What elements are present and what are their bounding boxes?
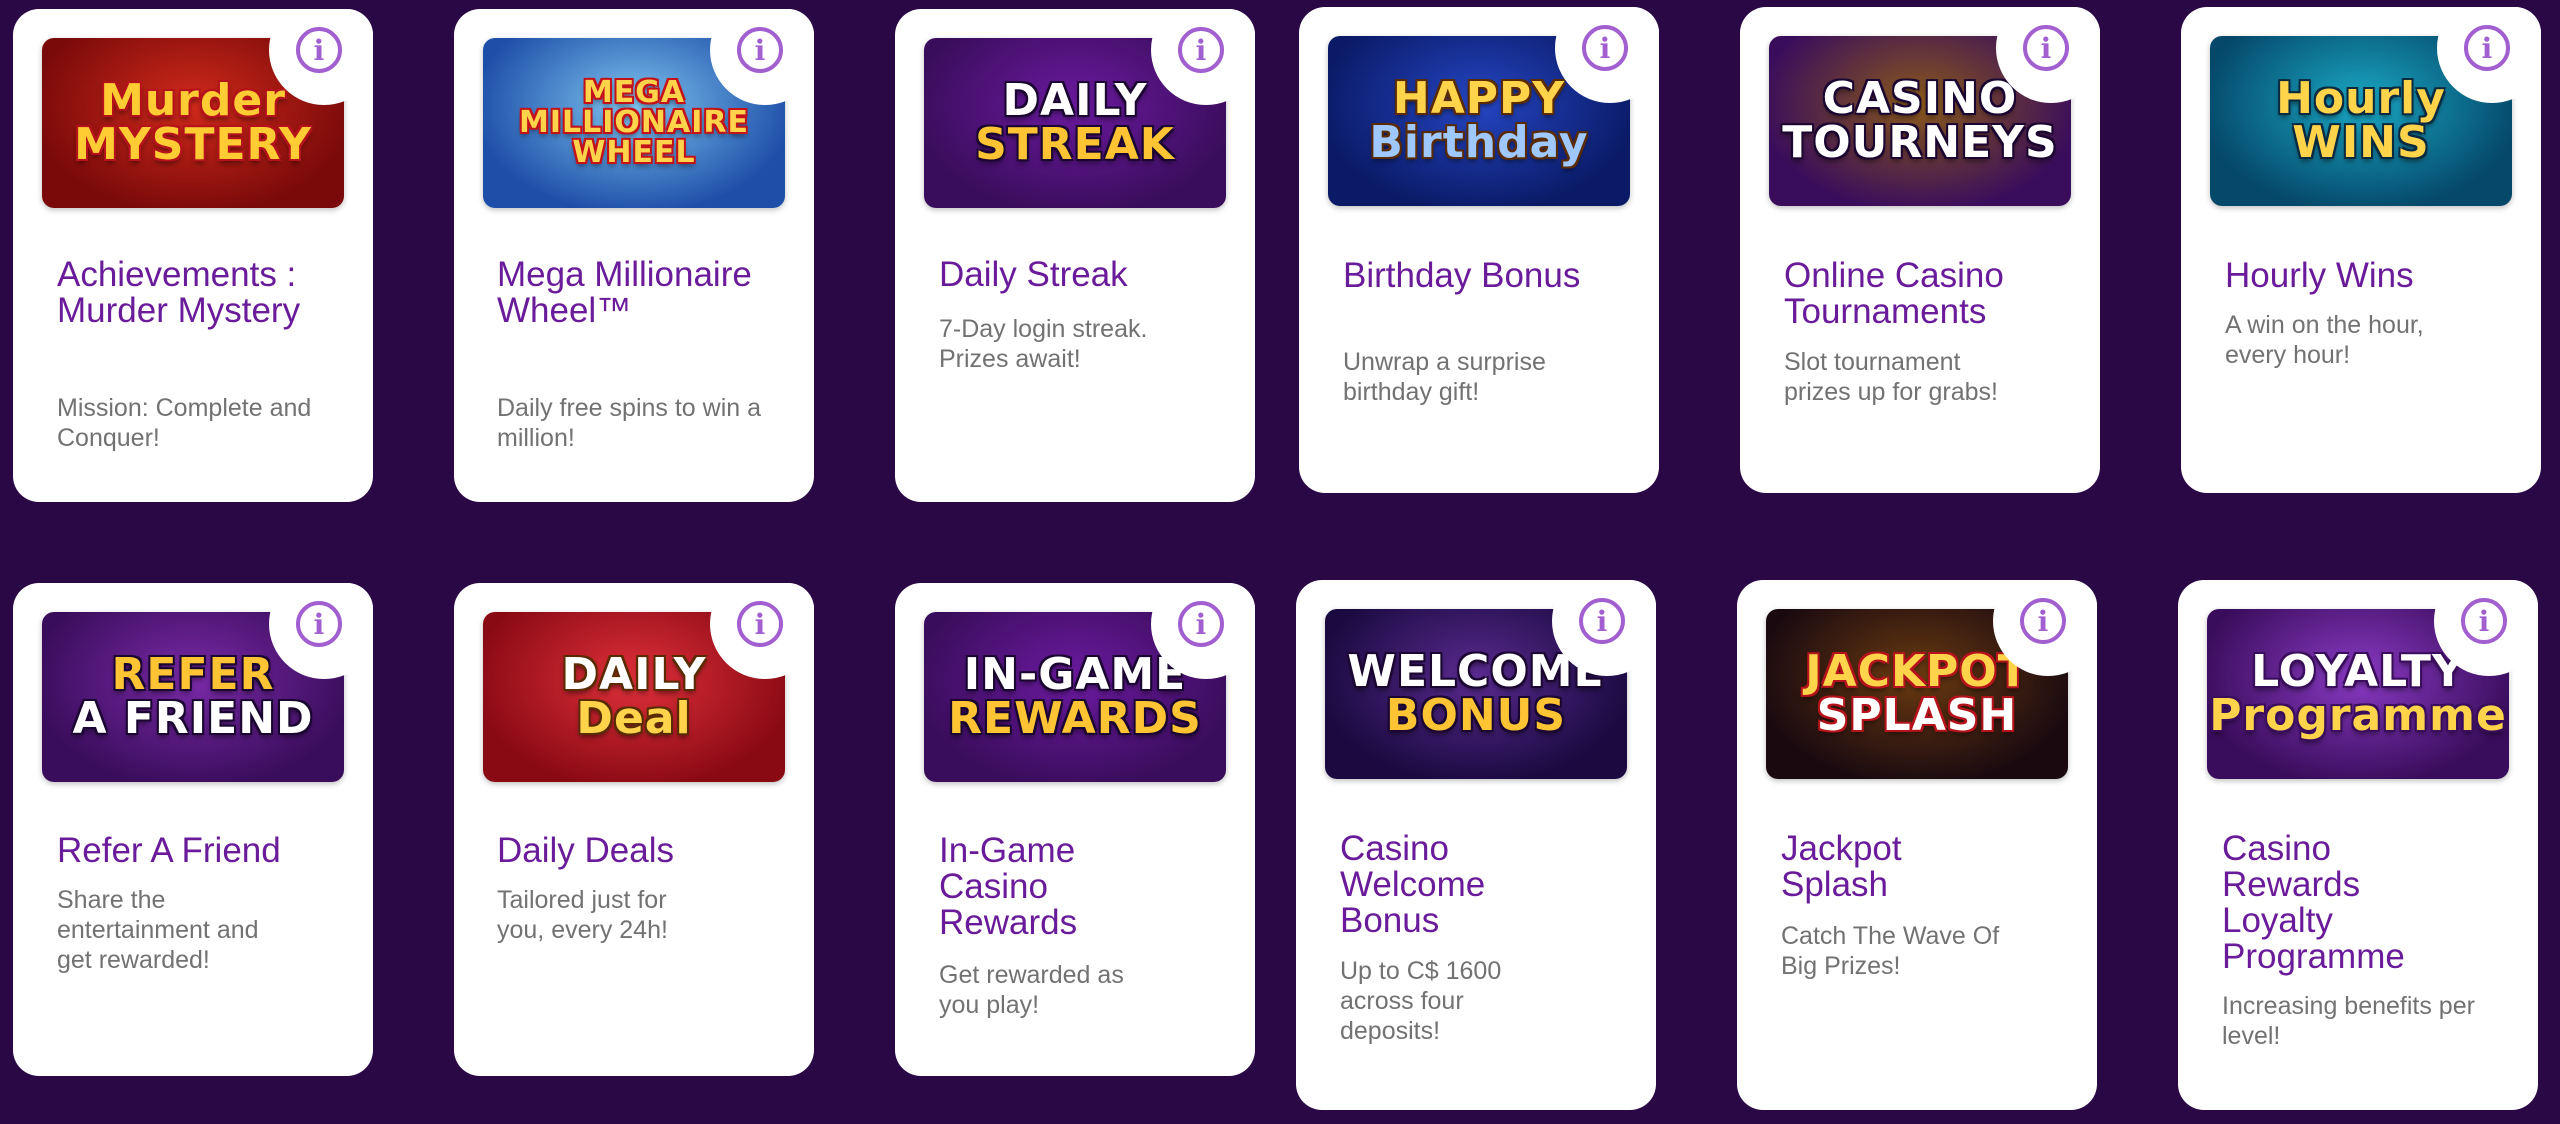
banner-text-line: CASINO xyxy=(1822,73,2018,124)
promo-card-welcome-bonus[interactable]: WELCOME BONUS i Casino Welcome Bonus Up t… xyxy=(1296,580,1656,1110)
promo-card-loyalty-programme[interactable]: LOYALTY Programme i Casino Rewards Loyalt… xyxy=(2178,580,2538,1110)
banner-text-line: Deal xyxy=(576,693,692,744)
promo-description: Get rewarded as you play! xyxy=(939,961,1124,1019)
banner-text-line: Birthday xyxy=(1369,117,1589,168)
info-icon[interactable]: i xyxy=(296,601,342,647)
promo-description: Share the entertainment and get rewarded… xyxy=(57,886,259,974)
banner-text-line: WINS xyxy=(2292,117,2430,168)
info-icon[interactable]: i xyxy=(2461,598,2507,644)
promo-description: Increasing benefits per level! xyxy=(2222,992,2475,1050)
promo-description: Mission: Complete and Conquer! xyxy=(57,394,312,452)
info-icon[interactable]: i xyxy=(1178,601,1224,647)
promo-title: Daily Deals xyxy=(497,831,674,870)
promo-title: Achievements : Murder Mystery xyxy=(57,255,301,330)
banner-text-line: MILLIONAIRE xyxy=(519,105,749,140)
info-icon[interactable]: i xyxy=(2020,598,2066,644)
banner-text-line: BONUS xyxy=(1385,690,1567,741)
info-icon[interactable]: i xyxy=(1582,25,1628,71)
info-icon[interactable]: i xyxy=(1178,27,1224,73)
banner-text-line: Programme xyxy=(2209,690,2507,741)
promo-title: In-Game Casino Rewards xyxy=(939,831,1078,942)
banner-text-line: IN-GAME xyxy=(963,649,1187,700)
promo-title: Hourly Wins xyxy=(2225,256,2414,295)
banner-text-line: WHEEL xyxy=(572,135,696,170)
promo-card-in-game-rewards[interactable]: IN-GAME REWARDS i In-Game Casino Rewards … xyxy=(895,583,1255,1076)
promo-title: Casino Welcome Bonus xyxy=(1340,829,1486,940)
banner-text-line: MEGA xyxy=(582,75,686,110)
promo-card-jackpot-splash[interactable]: JACKPOT SPLASH i Jackpot Splash Catch The… xyxy=(1737,580,2097,1110)
promo-card-daily-streak[interactable]: DAILY STREAK i Daily Streak 7-Day login s… xyxy=(895,9,1255,502)
promo-description: Daily free spins to win a million! xyxy=(497,394,762,452)
info-icon[interactable]: i xyxy=(296,27,342,73)
promo-description: 7-Day login streak. Prizes await! xyxy=(939,315,1148,373)
promo-title: Mega Millionaire Wheel™ xyxy=(497,255,752,330)
info-icon[interactable]: i xyxy=(737,27,783,73)
banner-text-line: STREAK xyxy=(975,119,1175,170)
banner-text-line: TOURNEYS xyxy=(1782,117,2058,168)
promo-description: Slot tournament prizes up for grabs! xyxy=(1784,348,1998,406)
promo-title: Daily Streak xyxy=(939,255,1128,294)
promo-title: Casino Rewards Loyalty Programme xyxy=(2222,829,2405,976)
info-icon[interactable]: i xyxy=(2023,25,2069,71)
banner-text-line: DAILY xyxy=(1002,75,1148,126)
promo-card-mega-millionaire-wheel[interactable]: MEGA MILLIONAIRE WHEEL i Mega Millionaire … xyxy=(454,9,814,502)
promo-description: Tailored just for you, every 24h! xyxy=(497,886,668,944)
promo-card-birthday-bonus[interactable]: HAPPY Birthday i Birthday Bonus Unwrap a … xyxy=(1299,7,1659,493)
promo-description: Unwrap a surprise birthday gift! xyxy=(1343,348,1546,406)
promo-card-daily-deals[interactable]: DAILY Deal i Daily Deals Tailored just fo… xyxy=(454,583,814,1076)
banner-text-line: Hourly xyxy=(2276,73,2446,124)
promo-description: Catch The Wave Of Big Prizes! xyxy=(1781,922,2000,980)
promo-description: Up to C$ 1600 across four deposits! xyxy=(1340,957,1502,1045)
promo-title: Refer A Friend xyxy=(57,831,281,870)
promo-card-achievements[interactable]: Murder MYSTERY i Achievements : Murder My… xyxy=(13,9,373,502)
banner-text-line: DAILY xyxy=(561,649,707,700)
promo-description: A win on the hour, every hour! xyxy=(2225,311,2424,369)
banner-text-line: MYSTERY xyxy=(74,119,312,170)
banner-text-line: A FRIEND xyxy=(72,693,314,744)
promo-title: Birthday Bonus xyxy=(1343,256,1581,295)
banner-text-line: Murder xyxy=(100,75,286,126)
promo-title: Jackpot Splash xyxy=(1781,829,1902,904)
banner-text-line: SPLASH xyxy=(1816,690,2018,741)
banner-text-line: REWARDS xyxy=(948,693,1202,744)
promo-card-hourly-wins[interactable]: Hourly WINS i Hourly Wins A win on the ho… xyxy=(2181,7,2541,493)
banner-text-line: LOYALTY xyxy=(2251,646,2465,697)
info-icon[interactable]: i xyxy=(2464,25,2510,71)
promo-title: Online Casino Tournaments xyxy=(1784,256,2004,331)
banner-text-line: REFER xyxy=(111,649,275,700)
banner-text-line: HAPPY xyxy=(1392,73,1566,124)
info-icon[interactable]: i xyxy=(1579,598,1625,644)
banner-text-line: JACKPOT xyxy=(1805,646,2029,697)
promo-card-refer-a-friend[interactable]: REFER A FRIEND i Refer A Friend Share the… xyxy=(13,583,373,1076)
info-icon[interactable]: i xyxy=(737,601,783,647)
promo-card-casino-tournaments[interactable]: CASINO TOURNEYS i Online Casino Tournamen… xyxy=(1740,7,2100,493)
